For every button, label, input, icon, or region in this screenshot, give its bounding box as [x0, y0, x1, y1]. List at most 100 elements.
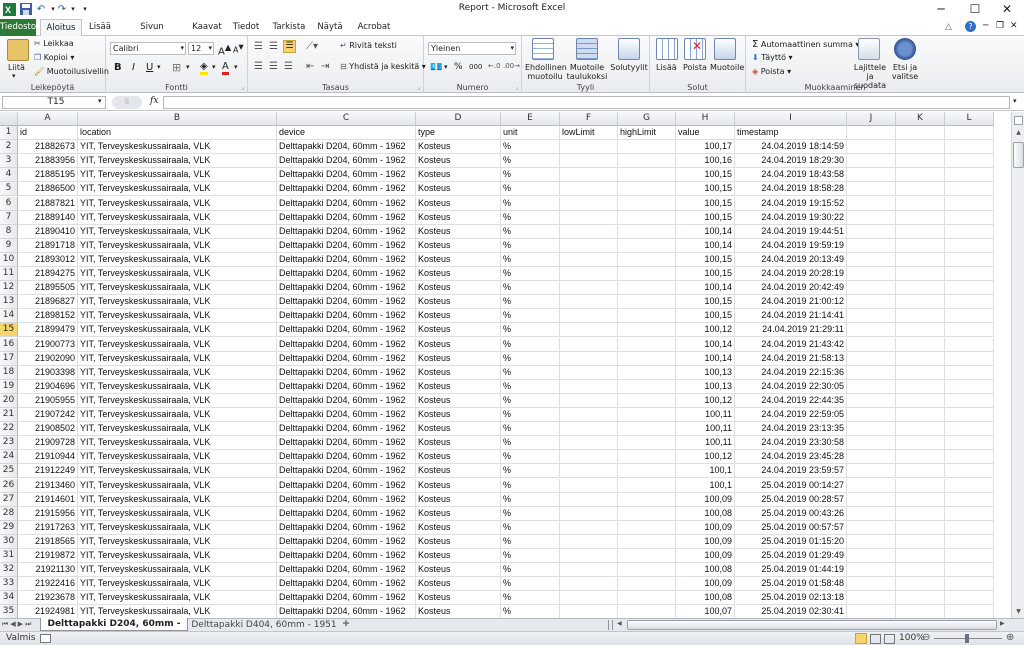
- italic-button[interactable]: I: [132, 62, 135, 73]
- data-cell[interactable]: %: [501, 182, 560, 196]
- data-cell[interactable]: 21921130: [18, 563, 78, 577]
- empty-cell[interactable]: [847, 493, 896, 507]
- empty-cell[interactable]: [896, 211, 945, 225]
- empty-cell[interactable]: [945, 366, 994, 380]
- data-cell[interactable]: [560, 422, 618, 436]
- data-cell[interactable]: 21883956: [18, 154, 78, 168]
- data-cell[interactable]: [618, 366, 676, 380]
- empty-cell[interactable]: [896, 563, 945, 577]
- data-cell[interactable]: Delttapakki D204, 60mm - 1962: [277, 295, 416, 309]
- delete-cells-button[interactable]: Poista: [683, 63, 707, 72]
- tab-view[interactable]: Näytä: [314, 19, 346, 36]
- data-cell[interactable]: 24.04.2019 20:42:49: [735, 281, 847, 295]
- empty-cell[interactable]: [896, 267, 945, 281]
- data-cell[interactable]: YIT, Terveyskeskussairaala, VLK: [78, 338, 277, 352]
- align-bottom-icon[interactable]: ☰: [283, 40, 296, 53]
- number-format-select[interactable]: Yleinen ▾: [428, 42, 516, 55]
- data-cell[interactable]: 24.04.2019 23:45:28: [735, 450, 847, 464]
- data-cell[interactable]: %: [501, 479, 560, 493]
- data-cell[interactable]: [618, 225, 676, 239]
- workbook-close-icon[interactable]: ✕: [1010, 21, 1018, 31]
- minimize-ribbon-icon[interactable]: △: [945, 22, 952, 32]
- increase-decimal-icon[interactable]: ←.0: [488, 62, 501, 70]
- sheet-tab[interactable]: Delttapakki D404, 60mm - 1951: [190, 619, 338, 631]
- empty-cell[interactable]: [945, 535, 994, 549]
- data-cell[interactable]: YIT, Terveyskeskussairaala, VLK: [78, 352, 277, 366]
- data-cell[interactable]: Delttapakki D204, 60mm - 1962: [277, 450, 416, 464]
- data-cell[interactable]: [618, 535, 676, 549]
- data-cell[interactable]: 21924981: [18, 605, 78, 618]
- empty-cell[interactable]: [896, 295, 945, 309]
- data-cell[interactable]: [618, 493, 676, 507]
- data-cell[interactable]: Delttapakki D204, 60mm - 1962: [277, 140, 416, 154]
- decrease-indent-icon[interactable]: ⇤: [306, 61, 314, 72]
- workbook-restore-icon[interactable]: ❐: [996, 21, 1004, 31]
- data-cell[interactable]: 24.04.2019 18:14:59: [735, 140, 847, 154]
- data-cell[interactable]: 100,08: [676, 507, 735, 521]
- data-cell[interactable]: 24.04.2019 23:13:35: [735, 422, 847, 436]
- data-cell[interactable]: Kosteus: [416, 479, 501, 493]
- data-cell[interactable]: 21909728: [18, 436, 78, 450]
- fill-color-dropdown-icon[interactable]: ▾: [212, 63, 216, 71]
- formula-input[interactable]: [163, 96, 1010, 109]
- data-cell[interactable]: Kosteus: [416, 577, 501, 591]
- data-cell[interactable]: 25.04.2019 02:13:18: [735, 591, 847, 605]
- data-cell[interactable]: [618, 154, 676, 168]
- empty-cell[interactable]: [945, 577, 994, 591]
- wrap-text-button[interactable]: ↵ Rivitä teksti: [340, 41, 397, 50]
- empty-cell[interactable]: [896, 239, 945, 253]
- data-cell[interactable]: 25.04.2019 01:58:48: [735, 577, 847, 591]
- data-cell[interactable]: YIT, Terveyskeskussairaala, VLK: [78, 436, 277, 450]
- data-cell[interactable]: %: [501, 493, 560, 507]
- data-cell[interactable]: Delttapakki D204, 60mm - 1962: [277, 493, 416, 507]
- empty-cell[interactable]: [847, 591, 896, 605]
- data-cell[interactable]: YIT, Terveyskeskussairaala, VLK: [78, 521, 277, 535]
- row-header[interactable]: 3: [0, 154, 18, 168]
- data-cell[interactable]: %: [501, 591, 560, 605]
- empty-cell[interactable]: [896, 154, 945, 168]
- data-cell[interactable]: YIT, Terveyskeskussairaala, VLK: [78, 154, 277, 168]
- empty-cell[interactable]: [847, 140, 896, 154]
- tab-formulas[interactable]: Kaavat: [190, 19, 224, 36]
- data-cell[interactable]: 100,13: [676, 380, 735, 394]
- paste-button[interactable]: Liitä: [8, 63, 25, 72]
- data-cell[interactable]: %: [501, 295, 560, 309]
- tab-home[interactable]: Aloitus: [40, 19, 82, 37]
- grow-font-icon[interactable]: A▲: [218, 42, 231, 57]
- data-cell[interactable]: 100,08: [676, 563, 735, 577]
- empty-cell[interactable]: [847, 450, 896, 464]
- data-cell[interactable]: Kosteus: [416, 605, 501, 618]
- data-cell[interactable]: YIT, Terveyskeskussairaala, VLK: [78, 507, 277, 521]
- data-cell[interactable]: [560, 521, 618, 535]
- empty-cell[interactable]: [896, 479, 945, 493]
- data-cell[interactable]: Delttapakki D204, 60mm - 1962: [277, 253, 416, 267]
- row-header[interactable]: 4: [0, 168, 18, 182]
- fill-color-icon[interactable]: ◈: [200, 61, 208, 75]
- increase-indent-icon[interactable]: ⇥: [321, 61, 329, 72]
- row-header[interactable]: 19: [0, 380, 18, 394]
- data-cell[interactable]: 21902090: [18, 352, 78, 366]
- data-cell[interactable]: [618, 577, 676, 591]
- data-cell[interactable]: [560, 197, 618, 211]
- data-cell[interactable]: YIT, Terveyskeskussairaala, VLK: [78, 253, 277, 267]
- empty-cell[interactable]: [847, 479, 896, 493]
- data-cell[interactable]: 24.04.2019 21:29:11: [735, 323, 847, 337]
- row-header[interactable]: 14: [0, 309, 18, 323]
- data-cell[interactable]: 100,13: [676, 366, 735, 380]
- data-cell[interactable]: 21895505: [18, 281, 78, 295]
- data-cell[interactable]: Kosteus: [416, 493, 501, 507]
- row-header[interactable]: 23: [0, 436, 18, 450]
- data-cell[interactable]: Kosteus: [416, 352, 501, 366]
- data-cell[interactable]: [560, 182, 618, 196]
- underline-button[interactable]: U: [146, 62, 153, 73]
- data-cell[interactable]: 24.04.2019 19:15:52: [735, 197, 847, 211]
- data-cell[interactable]: 100,14: [676, 239, 735, 253]
- data-cell[interactable]: %: [501, 366, 560, 380]
- insert-cells-button[interactable]: Lisää: [656, 63, 677, 72]
- data-cell[interactable]: 24.04.2019 20:13:49: [735, 253, 847, 267]
- data-cell[interactable]: [560, 436, 618, 450]
- data-cell[interactable]: Delttapakki D204, 60mm - 1962: [277, 338, 416, 352]
- data-cell[interactable]: Delttapakki D204, 60mm - 1962: [277, 507, 416, 521]
- empty-cell[interactable]: [847, 126, 896, 140]
- clear-button[interactable]: ◈ Poista ▾: [752, 67, 791, 76]
